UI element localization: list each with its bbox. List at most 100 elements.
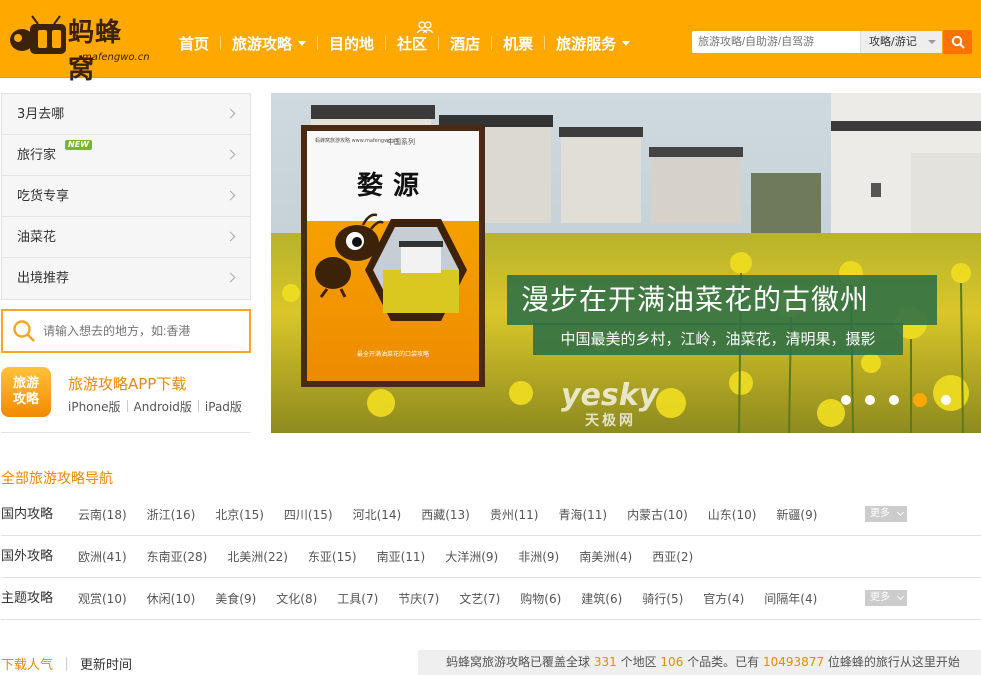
sidebar-item-foodie[interactable]: 吃货专享 (2, 176, 250, 217)
tab-downloads[interactable]: 下载人气 (1, 654, 53, 673)
search-button[interactable] (943, 30, 972, 54)
app-link-android[interactable]: Android版 (134, 398, 192, 415)
watermark-text: yesky (561, 378, 659, 413)
nav-item-services[interactable]: 旅游服务 (545, 33, 641, 54)
carousel-dot-active[interactable] (913, 393, 927, 407)
guide-link[interactable]: 北美洲(22) (227, 536, 288, 578)
guide-link[interactable]: 南亚(11) (377, 536, 426, 578)
nav-item-destinations[interactable]: 目的地 (318, 33, 385, 54)
sidebar-item-traveler[interactable]: 旅行家 NEW (2, 135, 250, 176)
destination-search (1, 309, 251, 353)
guide-link[interactable]: 休闲(10) (147, 578, 196, 620)
carousel-dot[interactable] (865, 395, 875, 405)
stats-regions-count: 331 (593, 655, 617, 669)
guide-link[interactable]: 东南亚(28) (147, 536, 208, 578)
guide-link[interactable]: 节庆(7) (398, 578, 439, 620)
app-download: 旅游 攻略 旅游攻略APP下载 iPhone版 Android版 iPad版 (1, 367, 251, 433)
guide-link[interactable]: 西亚(2) (652, 536, 693, 578)
nav-item-guides[interactable]: 旅游攻略 (221, 33, 317, 54)
ant-mascot-icon (10, 15, 66, 54)
guide-row-overseas: 国外攻略 欧洲(41) 东南亚(28) 北美洲(22) 东亚(15) 南亚(11… (1, 536, 981, 578)
guide-link[interactable]: 青海(11) (558, 494, 607, 536)
guide-link[interactable]: 北京(15) (215, 494, 264, 536)
app-platform-links: iPhone版 Android版 iPad版 (68, 398, 242, 415)
more-button[interactable]: 更多 (865, 506, 907, 522)
carousel-dots (834, 393, 958, 407)
destination-search-input[interactable] (43, 321, 243, 341)
guide-row-label: 国外攻略 (1, 549, 54, 564)
guidebook-cover[interactable]: 蚂蜂窝旅游攻略 www.mafengwo.cn 中国系列 婺源 最全开满油菜花的… (301, 125, 485, 387)
link-divider (197, 400, 199, 412)
guidebook-page: 蚂蜂窝旅游攻略 www.mafengwo.cn 中国系列 婺源 最全开满油菜花的… (307, 131, 479, 381)
guide-nav-title: 全部旅游攻略导航 (1, 471, 113, 487)
guide-link[interactable]: 大洋洲(9) (445, 536, 498, 578)
chevron-right-icon (225, 231, 236, 242)
guide-link[interactable]: 文化(8) (276, 578, 317, 620)
guide-link[interactable]: 间隔年(4) (764, 578, 817, 620)
book-series: 中国系列 (387, 138, 415, 146)
logo-domain: mafengwo.cn (82, 52, 150, 63)
link-divider (126, 400, 128, 412)
search-type-value: 攻略/游记 (869, 35, 917, 48)
guide-link[interactable]: 欧洲(41) (78, 536, 127, 578)
nav-item-flights[interactable]: 机票 (492, 33, 544, 54)
app-icon-text: 旅游 (12, 376, 39, 391)
chevron-down-icon (896, 592, 905, 601)
search-icon (951, 35, 965, 49)
chevron-right-icon (225, 149, 236, 160)
guide-link[interactable]: 河北(14) (353, 494, 402, 536)
sidebar-item-outbound[interactable]: 出境推荐 (2, 258, 250, 299)
nav-item-hotels[interactable]: 酒店 (439, 33, 491, 54)
nav-item-home[interactable]: 首页 (168, 33, 220, 54)
guide-link[interactable]: 新疆(9) (776, 494, 817, 536)
guide-link[interactable]: 南美洲(4) (579, 536, 632, 578)
tab-updated[interactable]: 更新时间 (80, 654, 132, 673)
banner-subline: 中国最美的乡村，江岭，油菜花，清明果，摄影 (533, 323, 903, 355)
guide-link[interactable]: 官方(4) (703, 578, 744, 620)
yesky-watermark: yesky 天极网 (561, 378, 659, 429)
guide-link[interactable]: 内蒙古(10) (627, 494, 688, 536)
guide-link[interactable]: 非洲(9) (518, 536, 559, 578)
search-type-select[interactable]: 攻略/游记 (860, 31, 942, 53)
site-logo[interactable]: 蚂蜂窝 mafengwo.cn (8, 10, 150, 85)
coverage-stats: 蚂蜂窝旅游攻略已覆盖全球 331 个地区 106 个品类。已有 10493877… (418, 650, 981, 675)
guide-link[interactable]: 文艺(7) (459, 578, 500, 620)
nav-label: 酒店 (450, 34, 481, 53)
more-label: 更多 (870, 592, 890, 603)
guide-link[interactable]: 四川(15) (284, 494, 333, 536)
guide-link[interactable]: 观赏(10) (78, 578, 127, 620)
guide-row-label: 国内攻略 (1, 507, 54, 522)
guide-link[interactable]: 美食(9) (215, 578, 256, 620)
stats-text: 个品类。已有 (687, 655, 760, 669)
chevron-right-icon (225, 272, 236, 283)
more-button[interactable]: 更多 (865, 590, 907, 606)
guide-link[interactable]: 贵州(11) (490, 494, 539, 536)
guide-link[interactable]: 西藏(13) (421, 494, 470, 536)
carousel-dot[interactable] (889, 395, 899, 405)
guide-link[interactable]: 工具(7) (337, 578, 378, 620)
carousel-dot[interactable] (841, 395, 851, 405)
sidebar-item-rapeseed[interactable]: 油菜花 (2, 217, 250, 258)
hero-banner[interactable]: 蚂蜂窝旅游攻略 www.mafengwo.cn 中国系列 婺源 最全开满油菜花的… (271, 93, 981, 433)
search-icon (13, 320, 35, 342)
search-input[interactable] (692, 31, 860, 53)
guide-link[interactable]: 东亚(15) (308, 536, 357, 578)
guide-link[interactable]: 浙江(16) (147, 494, 196, 536)
app-icon-text: 攻略 (12, 392, 39, 407)
guide-link[interactable]: 云南(18) (78, 494, 127, 536)
guide-link[interactable]: 山东(10) (708, 494, 757, 536)
app-download-title[interactable]: 旅游攻略APP下载 (68, 373, 186, 394)
guide-link[interactable]: 购物(6) (520, 578, 561, 620)
carousel-dot[interactable] (941, 395, 951, 405)
app-link-iphone[interactable]: iPhone版 (68, 398, 121, 415)
sidebar-item-march[interactable]: 3月去哪 (2, 94, 250, 135)
guide-link[interactable]: 骑行(5) (642, 578, 683, 620)
site-header: 蚂蜂窝 mafengwo.cn 首页 旅游攻略 目的地 社区 酒店 机票 旅游服… (0, 0, 981, 85)
guide-link[interactable]: 建筑(6) (581, 578, 622, 620)
stats-text: 位蜂蜂的旅行从这里开始 (827, 655, 960, 669)
app-link-ipad[interactable]: iPad版 (205, 398, 242, 415)
app-icon[interactable]: 旅游 攻略 (1, 367, 51, 417)
main-nav: 首页 旅游攻略 目的地 社区 酒店 机票 旅游服务 (168, 20, 641, 60)
chevron-right-icon (225, 190, 236, 201)
nav-item-community[interactable]: 社区 (386, 20, 438, 54)
